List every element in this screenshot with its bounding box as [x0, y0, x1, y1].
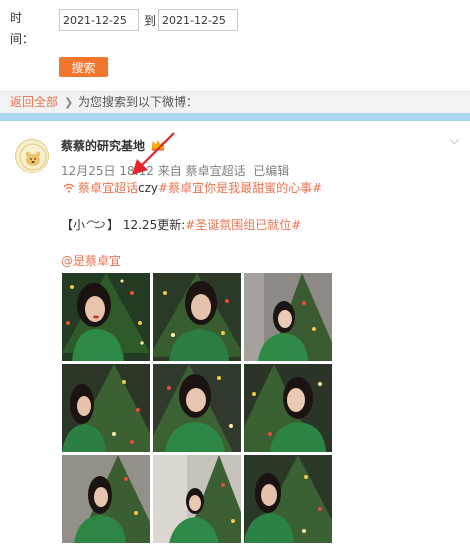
- source-prefix: 来自: [157, 164, 182, 178]
- supertopic-suffix: czy: [138, 181, 159, 195]
- chevron-right-icon: ❯: [64, 96, 74, 109]
- photo-2[interactable]: [153, 273, 241, 361]
- photo-9[interactable]: [244, 455, 332, 543]
- avatar[interactable]: [15, 139, 49, 173]
- back-to-all-link[interactable]: 返回全部: [10, 92, 58, 113]
- post-meta: 12月25日 18:12 来自 蔡卓宜超话 已编辑: [61, 162, 289, 179]
- hashtag-link-1[interactable]: #蔡卓宜你是我最甜蜜的心事#: [158, 181, 322, 195]
- source-link[interactable]: 蔡卓宜超话: [186, 164, 246, 178]
- photo-4[interactable]: [62, 364, 150, 452]
- divider-bar: [0, 113, 470, 121]
- emoji-icon: [86, 220, 105, 229]
- photo-5[interactable]: [153, 364, 241, 452]
- supertopic-icon: [63, 183, 75, 193]
- date-to-input[interactable]: [158, 9, 238, 31]
- hashtag-link-2[interactable]: #圣诞氛围组已就位#: [185, 218, 301, 232]
- crown-icon: [151, 140, 165, 151]
- photo-3[interactable]: [244, 273, 332, 361]
- mention-link[interactable]: @是蔡卓宜: [61, 252, 121, 269]
- search-form: 时 间： 到 搜索: [0, 0, 470, 90]
- supertopic-link[interactable]: 蔡卓宜超话: [78, 181, 138, 195]
- chevron-down-icon[interactable]: ⌵: [450, 133, 459, 148]
- timestamp[interactable]: 12月25日 18:12: [61, 164, 154, 178]
- to-label: 到: [144, 14, 157, 28]
- update-text: 12.25更新:: [119, 218, 186, 232]
- photo-6[interactable]: [244, 364, 332, 452]
- weibo-post-card: ⌵ 蔡蔡的研究基地 12月25日 18:12 来自 蔡卓宜超话 已编辑 蔡卓宜超…: [0, 121, 470, 557]
- username[interactable]: 蔡蔡的研究基地: [61, 137, 145, 154]
- result-count-text: 为您搜索到以下微博：: [78, 95, 199, 109]
- update-prefix: 【小: [61, 218, 86, 232]
- search-button[interactable]: 搜索: [59, 57, 108, 77]
- time-label: 时 间：: [10, 8, 34, 50]
- photo-1[interactable]: [62, 273, 150, 361]
- time-label-line2: 间：: [10, 32, 35, 46]
- update-line: 【小 】 12.25更新:#圣诞氛围组已就位#: [61, 216, 301, 233]
- topic-line: 蔡卓宜超话czy#蔡卓宜你是我最甜蜜的心事#: [63, 179, 322, 196]
- photo-8[interactable]: [153, 455, 241, 543]
- time-label-line1: 时: [10, 11, 23, 25]
- photo-grid: [62, 273, 335, 551]
- result-bar: 返回全部 ❯ 为您搜索到以下微博：: [0, 91, 470, 113]
- edited-label: 已编辑: [253, 164, 290, 178]
- update-bracket: 】: [107, 218, 120, 232]
- date-from-input[interactable]: [59, 9, 139, 31]
- photo-7[interactable]: [62, 455, 150, 543]
